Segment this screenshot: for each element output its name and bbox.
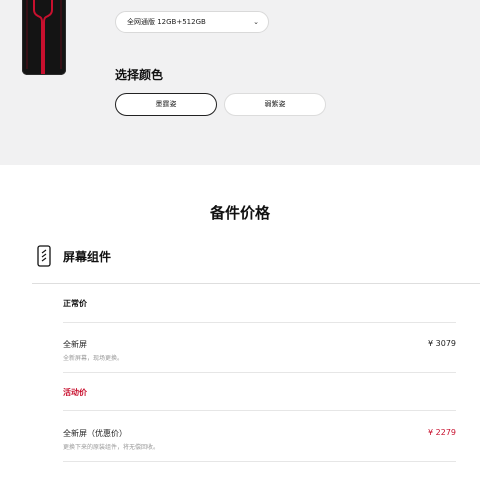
color-section-title: 选择颜色 xyxy=(115,68,164,82)
variant-select-value: 全网通版 12GB+512GB xyxy=(127,18,206,26)
color-option-0[interactable]: 墨霆姿 xyxy=(115,93,217,116)
item-desc: 更换下来的原装组件，将无偿回收。 xyxy=(63,444,160,451)
product-config-section: 全网通版 12GB+512GB ⌄ 选择颜色 墨霆姿 弱紫姿 xyxy=(0,0,480,165)
item-price: ¥ 2279 xyxy=(428,428,456,437)
group-label-promo: 活动价 xyxy=(63,388,87,397)
parts-price-title: 备件价格 xyxy=(209,204,270,222)
divider xyxy=(63,372,456,373)
item-name: 全新屏（优惠价） xyxy=(63,429,127,438)
divider xyxy=(63,322,456,323)
divider xyxy=(63,410,456,411)
divider xyxy=(63,461,456,462)
variant-select[interactable]: 全网通版 12GB+512GB ⌄ xyxy=(115,11,269,33)
item-name: 全新屏 xyxy=(63,340,87,349)
color-option-1[interactable]: 弱紫姿 xyxy=(224,93,326,116)
product-image xyxy=(22,0,66,75)
group-label-normal: 正常价 xyxy=(63,299,87,308)
section-divider xyxy=(32,283,480,284)
item-desc: 全新屏幕，现场更换。 xyxy=(63,355,124,362)
item-price: ¥ 3079 xyxy=(428,339,456,348)
chevron-down-icon: ⌄ xyxy=(253,18,259,26)
phone-screen-icon xyxy=(37,245,51,267)
component-title: 屏幕组件 xyxy=(63,250,112,264)
